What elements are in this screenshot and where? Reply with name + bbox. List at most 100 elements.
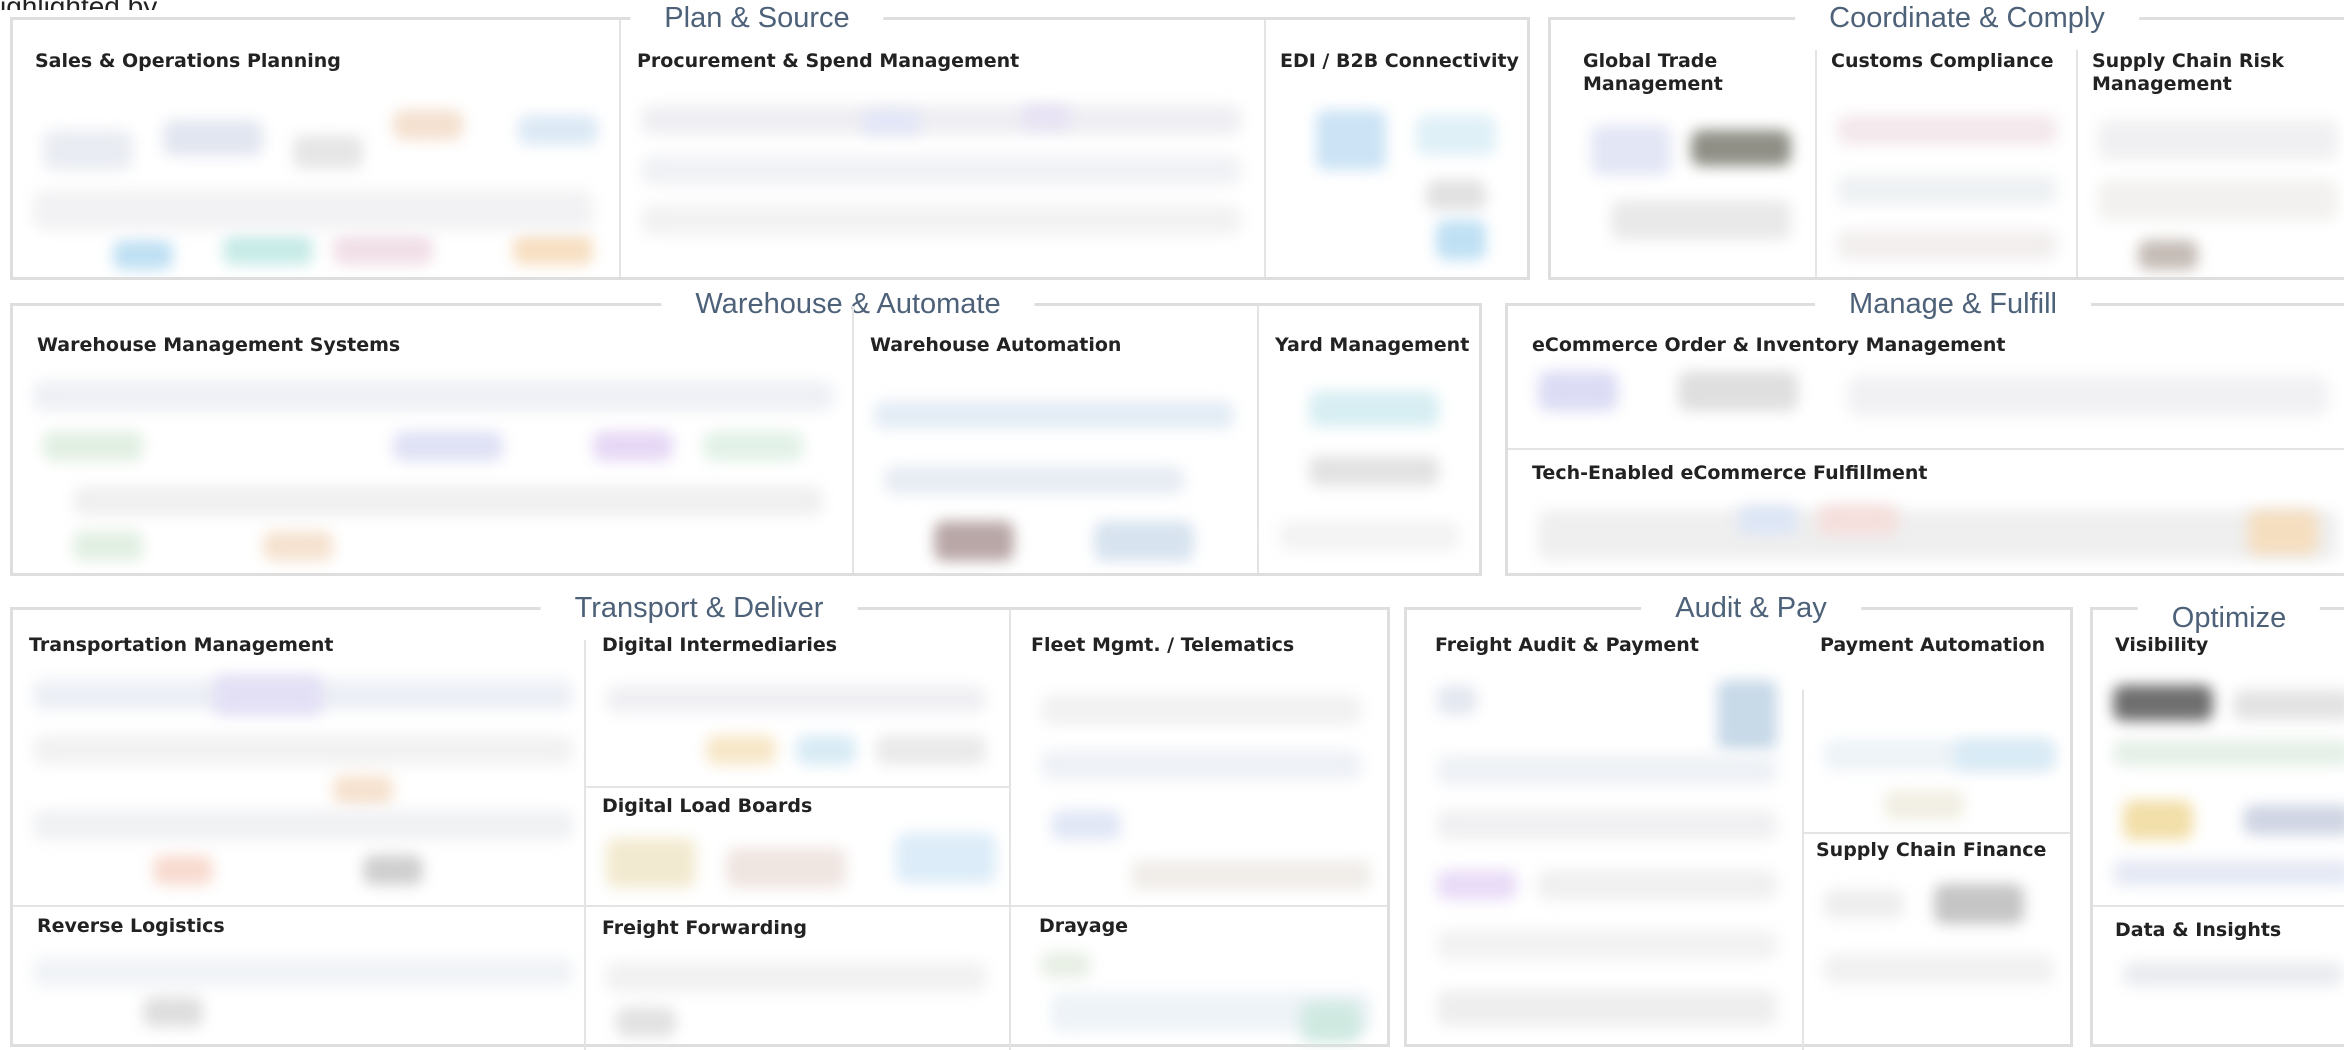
section-coordinate-comply: Coordinate & Comply Global Trade Managem… [1548,0,2344,280]
section-optimize: Optimize Visibility Data & Insights [2090,600,2344,1050]
logo-placeholder [1416,115,1496,155]
logo-placeholder [333,235,433,265]
logo-placeholder [706,735,776,765]
logo-placeholder [113,240,173,270]
logo-placeholder [2123,962,2343,986]
logo-placeholder [333,775,393,805]
logo-placeholder [876,735,986,765]
category-visibility[interactable]: Visibility [2093,610,2344,905]
logo-placeholder [73,531,143,561]
logo-placeholder [703,431,803,461]
category-supply-chain-risk-management[interactable]: Supply Chain Risk Management [2078,20,2344,277]
logo-placeholder [33,735,573,765]
category-warehouse-management-systems[interactable]: Warehouse Management Systems [13,306,852,573]
logo-placeholder [2098,180,2338,220]
logo-placeholder [1837,230,2057,260]
section-transport-deliver: Transport & Deliver Transportation Manag… [10,590,1390,1050]
category-edi-b2b-connectivity[interactable]: EDI / B2B Connectivity [1266,20,1526,277]
logo-placeholder [2098,120,2338,160]
category-label: Fleet Mgmt. / Telematics [1031,634,1295,656]
logo-placeholder [1021,105,1071,129]
category-label: Warehouse Automation [870,334,1122,356]
logo-placeholder [1041,952,1091,978]
logo-placeholder [1738,505,1798,535]
logo-placeholder [2113,860,2344,886]
category-label: Visibility [2115,634,2209,656]
logo-placeholder [2233,690,2344,720]
logo-placeholder [1884,790,1964,820]
category-payment-automation[interactable]: Payment Automation [1804,610,2070,832]
logo-placeholder [1837,115,2057,145]
category-label: Digital Load Boards [602,795,813,817]
logo-placeholder [2248,510,2318,555]
category-label: Supply Chain Finance [1816,839,2047,861]
category-label: Freight Forwarding [602,917,807,939]
logo-placeholder [143,997,203,1027]
logo-placeholder [2113,740,2344,766]
logo-placeholder [1818,505,1898,535]
category-yard-management[interactable]: Yard Management [1259,306,1479,573]
logo-placeholder [1301,1002,1361,1042]
category-drayage[interactable]: Drayage [1011,907,1387,1050]
section-plan-source: Plan & Source Sales & Operations Plannin… [10,0,1530,280]
logo-placeholder [2113,685,2213,721]
category-supply-chain-finance[interactable]: Supply Chain Finance [1804,834,2070,1050]
category-digital-intermediaries[interactable]: Digital Intermediaries [586,610,1009,786]
category-label: Supply Chain Risk Management [2092,50,2284,95]
category-label: Sales & Operations Planning [35,50,341,72]
category-label: eCommerce Order & Inventory Management [1532,334,2006,356]
logo-placeholder [1437,870,1517,900]
category-fleet-mgmt-telematics[interactable]: Fleet Mgmt. / Telematics [1011,610,1387,905]
category-label: Reverse Logistics [37,915,225,937]
logo-placeholder [213,675,323,715]
logo-placeholder [1934,884,2024,924]
logo-placeholder [874,401,1234,429]
logo-placeholder [43,431,143,461]
section-audit-pay: Audit & Pay Freight Audit & Payment Paym… [1404,590,2073,1050]
logo-placeholder [1538,510,2338,560]
logo-placeholder [641,205,1241,235]
category-data-insights[interactable]: Data & Insights [2093,907,2344,1050]
category-transportation-management[interactable]: Transportation Management [13,610,584,905]
logo-placeholder [796,735,856,765]
logo-placeholder [1717,680,1777,750]
category-digital-load-boards[interactable]: Digital Load Boards [586,788,1009,905]
logo-placeholder [884,466,1184,494]
category-warehouse-automation[interactable]: Warehouse Automation [854,306,1257,573]
category-freight-audit-payment[interactable]: Freight Audit & Payment [1407,610,1802,1050]
category-label: Procurement & Spend Management [637,50,1020,72]
logo-placeholder [1538,371,1618,411]
category-freight-forwarding[interactable]: Freight Forwarding [586,907,1009,1050]
logo-placeholder [153,855,213,885]
logo-placeholder [606,962,986,992]
category-sales-operations-planning[interactable]: Sales & Operations Planning [13,20,619,277]
logo-placeholder [2138,240,2198,270]
logo-placeholder [593,431,673,461]
category-tech-enabled-ecommerce-fulfillment[interactable]: Tech-Enabled eCommerce Fulfillment [1508,450,2344,573]
logo-placeholder [1691,130,1791,166]
logo-placeholder [1041,750,1361,780]
logo-placeholder [726,848,846,888]
section-warehouse-automate: Warehouse & Automate Warehouse Managemen… [10,286,1482,576]
category-procurement-spend-management[interactable]: Procurement & Spend Management [621,20,1264,277]
category-reverse-logistics[interactable]: Reverse Logistics [13,907,584,1050]
logo-placeholder [1316,110,1386,170]
logo-placeholder [1437,810,1777,840]
category-customs-compliance[interactable]: Customs Compliance [1817,20,2076,277]
category-label: EDI / B2B Connectivity [1280,50,1519,72]
logo-placeholder [2123,800,2193,840]
logo-placeholder [1426,180,1486,210]
logo-placeholder [1051,810,1121,840]
logo-placeholder [163,120,263,156]
logo-placeholder [1824,889,1904,919]
logo-placeholder [1591,125,1671,175]
logo-placeholder [1954,740,2054,770]
category-ecommerce-order-inventory[interactable]: eCommerce Order & Inventory Management [1508,306,2344,448]
category-global-trade-management[interactable]: Global Trade Management [1551,20,1815,277]
logo-placeholder [393,431,503,461]
category-label: Freight Audit & Payment [1435,634,1699,656]
logo-placeholder [1437,930,1777,960]
section-manage-fulfill: Manage & Fulfill eCommerce Order & Inven… [1505,286,2344,576]
logo-placeholder [1848,376,2328,416]
logo-placeholder [1678,371,1798,411]
